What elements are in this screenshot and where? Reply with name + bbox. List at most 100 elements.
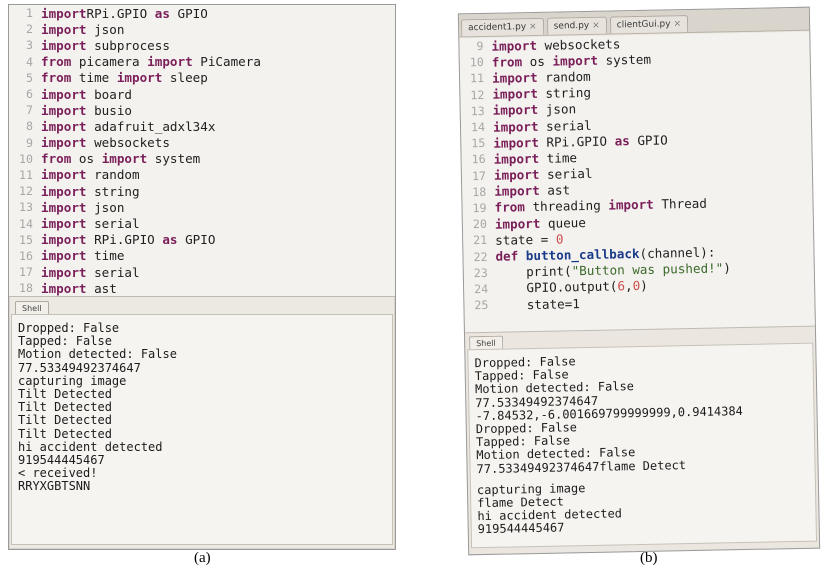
line-number: 23: [473, 265, 488, 280]
line-number: 21: [473, 233, 488, 248]
shell-line: capturing image: [18, 373, 127, 388]
line-number: 17: [19, 265, 33, 280]
code-text: import string: [41, 183, 140, 199]
caption-b: (b): [640, 550, 658, 566]
code-line: 11 import random: [9, 167, 395, 183]
line-number: 15: [471, 136, 486, 151]
line-number: 18: [19, 281, 33, 296]
code-line: 17 import serial: [9, 264, 395, 280]
code-line: 5 from time import sleep: [9, 70, 395, 86]
code-editor[interactable]: 1 importRPi.GPIO as GPIO 2 import json 3 impo…: [9, 5, 395, 297]
shell-line: Tapped: False: [18, 334, 112, 349]
code-text: import board: [41, 86, 132, 102]
code-editor[interactable]: 9 import websockets 10 from os import syste…: [459, 31, 815, 334]
code-text: import time: [41, 248, 125, 264]
line-number: 4: [26, 54, 33, 69]
shell-line: Motion detected: False: [18, 347, 177, 362]
shell-output[interactable]: Dropped: False Tapped: False Motion detect…: [11, 314, 393, 545]
tab-accident1[interactable]: accident1.py ×: [460, 17, 544, 37]
line-number: 19: [472, 200, 487, 216]
tab-label: accident1.py: [468, 22, 527, 34]
code-text: import random: [41, 167, 140, 183]
line-number: 17: [471, 168, 487, 183]
screenshot-panel-a: 1 importRPi.GPIO as GPIO 2 import json 3 impo…: [8, 4, 396, 550]
close-icon[interactable]: ×: [592, 21, 600, 31]
tab-label: send.py: [553, 20, 590, 32]
code-text: from os import system: [41, 151, 201, 167]
shell-line: < received!: [18, 466, 98, 481]
code-text: import serial: [41, 264, 140, 280]
code-text: import ast: [41, 280, 117, 296]
shell-line: Tilt Detected: [18, 400, 112, 415]
code-line: 14 import serial: [9, 215, 395, 231]
code-line: 16 import time: [9, 248, 395, 264]
line-number: 14: [19, 216, 33, 231]
close-icon[interactable]: ×: [529, 22, 537, 32]
shell-line: Tilt Detected: [18, 386, 112, 401]
line-number: 14: [470, 119, 486, 135]
code-text: import RPi.GPIO as GPIO: [41, 232, 216, 248]
code-line: 4 from picamera import PiCamera: [9, 54, 395, 70]
code-line: 3 import subprocess: [9, 37, 395, 53]
shell-line: Dropped: False: [18, 321, 120, 335]
line-number: 10: [19, 151, 33, 166]
line-number: 10: [469, 55, 484, 70]
tab-label: clientGui.py: [616, 19, 671, 31]
code-text: import subprocess: [41, 37, 170, 53]
code-line: 10 from os import system: [9, 151, 395, 167]
code-line: 15 import RPi.GPIO as GPIO: [9, 232, 395, 248]
line-number: 12: [19, 184, 33, 199]
shell-line: Tilt Detected: [18, 426, 112, 441]
line-number: 24: [474, 281, 489, 297]
line-number: 11: [19, 167, 33, 182]
line-number: 1: [26, 6, 33, 21]
line-number: 9: [476, 39, 484, 54]
code-line: 9 import websockets: [9, 135, 395, 151]
line-number: 16: [19, 248, 33, 263]
line-number: 8: [26, 119, 33, 134]
shell-line: Tilt Detected: [18, 413, 112, 428]
line-number: 18: [472, 184, 487, 199]
line-number: 16: [471, 152, 486, 167]
line-number: 9: [26, 135, 33, 150]
code-line: 2 import json: [9, 21, 395, 37]
code-text: import adafruit_adxl34x: [41, 118, 216, 134]
code-text: import busio: [41, 102, 132, 118]
code-text: importRPi.GPIO as GPIO: [41, 5, 208, 21]
line-number: 5: [26, 70, 33, 85]
shell-line: RRYXGBTSNN: [18, 479, 91, 494]
code-line: 7 import busio: [9, 102, 395, 118]
shell-line: hi accident detected: [18, 439, 163, 454]
tab-send[interactable]: send.py ×: [546, 16, 607, 35]
line-number: 2: [26, 22, 33, 37]
code-line: 1 importRPi.GPIO as GPIO: [9, 5, 395, 21]
shell-output[interactable]: Dropped: False Tapped: False Motion detect…: [467, 342, 818, 549]
line-number: 13: [19, 200, 33, 215]
line-number: 13: [470, 103, 485, 119]
close-icon[interactable]: ×: [673, 19, 681, 29]
shell-line: 77.53349492374647: [18, 360, 141, 375]
code-line: 6 import board: [9, 86, 395, 102]
line-number: 22: [473, 249, 488, 264]
code-text: from picamera import PiCamera: [41, 54, 261, 70]
line-number: 6: [26, 87, 33, 102]
tab-clientgui[interactable]: clientGui.py ×: [609, 15, 689, 34]
line-number: 12: [470, 87, 485, 102]
line-number: 11: [469, 71, 485, 86]
caption-a: (a): [194, 550, 211, 566]
line-number: 25: [474, 297, 489, 313]
shell-line: 919544445467: [18, 452, 105, 467]
code-text: import serial: [41, 216, 140, 232]
code-line: 13 import json: [9, 199, 395, 215]
code-line: 12 import string: [9, 183, 395, 199]
line-number: 20: [472, 217, 488, 232]
code-text: import websockets: [41, 135, 170, 151]
tab-shell[interactable]: Shell: [15, 301, 49, 315]
line-number: 15: [19, 232, 33, 247]
code-text: import json: [41, 199, 125, 215]
line-number: 3: [26, 38, 33, 53]
line-number: 7: [26, 103, 33, 118]
screenshot-panel-b: accident1.py × send.py × clientGui.py × 9 im…: [457, 6, 821, 556]
code-text: from time import sleep: [41, 70, 208, 86]
code-text: import json: [41, 21, 125, 37]
